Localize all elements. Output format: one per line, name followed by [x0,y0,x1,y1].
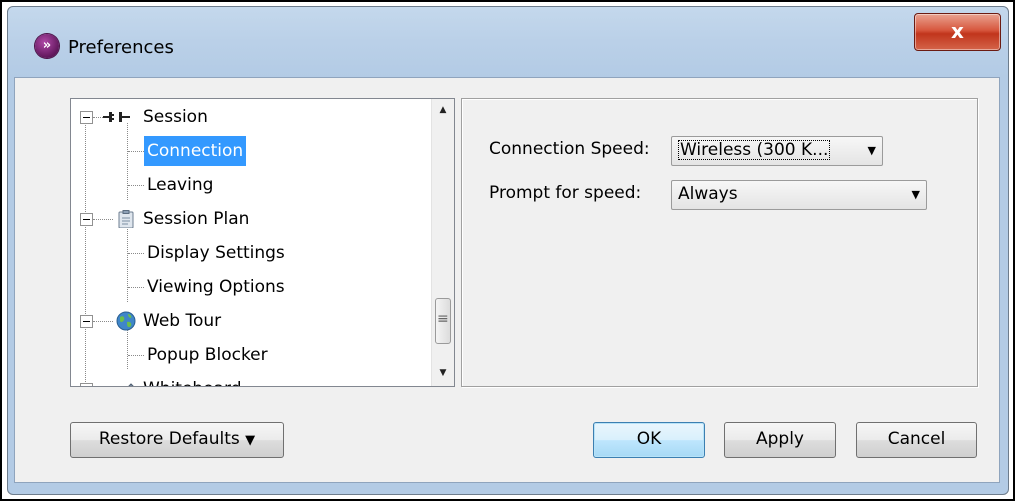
restore-defaults-button[interactable]: Restore Defaults ▼ [70,422,284,458]
tree-item-label: Connection [144,136,247,166]
tree-item-label: Popup Blocker [147,345,268,365]
tree-item-viewing-options[interactable]: Viewing Options [71,272,431,302]
tree-branch [128,185,144,186]
tree-item-label: Display Settings [147,243,285,263]
dialog-content: Session Connection Leaving Session Plan … [14,77,1000,483]
connection-speed-value: Wireless (300 K... [678,140,831,160]
tree-branch [128,287,144,288]
connection-speed-label: Connection Speed: [489,139,650,159]
chevron-down-icon: ▼ [867,144,876,157]
collapse-icon[interactable] [80,213,93,226]
pencil-icon [128,383,134,386]
tree-branch [128,253,144,254]
tree-view: Session Connection Leaving Session Plan … [71,99,431,386]
scroll-up-icon[interactable]: ▲ [432,99,454,121]
preferences-dialog: » Preferences x Session Connection Leavi… [7,6,1009,495]
tree-item-whiteboard[interactable]: Whiteboard [71,374,431,386]
tree-item-popup-blocker[interactable]: Popup Blocker [71,340,431,370]
scrollbar-thumb[interactable] [435,298,451,344]
tree-branch [93,117,103,118]
prompt-for-speed-dropdown[interactable]: Always ▼ [671,180,927,210]
tree-branch [93,219,113,220]
collapse-icon[interactable] [80,315,93,328]
collapse-icon[interactable] [80,383,93,386]
tree-branch [128,355,144,356]
tree-item-label: Leaving [147,175,214,195]
tree-item-label: Viewing Options [147,277,285,297]
tree-branch [128,151,144,152]
preferences-tree: Session Connection Leaving Session Plan … [70,98,455,387]
scroll-down-icon[interactable]: ▼ [432,362,454,384]
tree-branch [93,321,113,322]
tree-scrollbar[interactable]: ▲ ▼ [431,99,454,386]
apply-button[interactable]: Apply [724,422,836,458]
collapse-icon[interactable] [80,111,93,124]
window-title: Preferences [68,37,174,58]
tree-item-display-settings[interactable]: Display Settings [71,238,431,268]
tree-item-web-tour[interactable]: Web Tour [71,306,431,336]
tree-item-label: Session [143,107,208,127]
prompt-for-speed-label: Prompt for speed: [489,183,642,203]
chevron-down-icon: ▼ [911,188,920,201]
screenshot-frame: » Preferences x Session Connection Leavi… [0,0,1015,501]
tree-item-label: Web Tour [143,311,222,331]
tree-item-connection[interactable]: Connection [71,136,431,166]
cancel-button[interactable]: Cancel [856,422,977,458]
close-button[interactable]: x [914,13,1001,51]
ok-button[interactable]: OK [593,422,705,458]
tree-item-label: Session Plan [143,209,250,229]
connection-speed-dropdown[interactable]: Wireless (300 K... ▼ [671,136,883,166]
restore-defaults-label: Restore Defaults [98,429,240,449]
globe-icon [116,311,136,331]
tree-item-session-plan[interactable]: Session Plan [71,204,431,234]
tree-item-leaving[interactable]: Leaving [71,170,431,200]
tree-item-session[interactable]: Session [71,102,431,132]
plug-icon [103,112,130,122]
prompt-for-speed-value: Always [678,184,738,204]
connection-settings-panel: Connection Speed: Wireless (300 K... ▼ P… [461,98,978,387]
clipboard-icon [118,210,134,228]
caret-down-icon: ▼ [245,433,256,448]
tree-item-label: Whiteboard [143,374,242,386]
chevron-circle-icon: » [35,34,59,58]
